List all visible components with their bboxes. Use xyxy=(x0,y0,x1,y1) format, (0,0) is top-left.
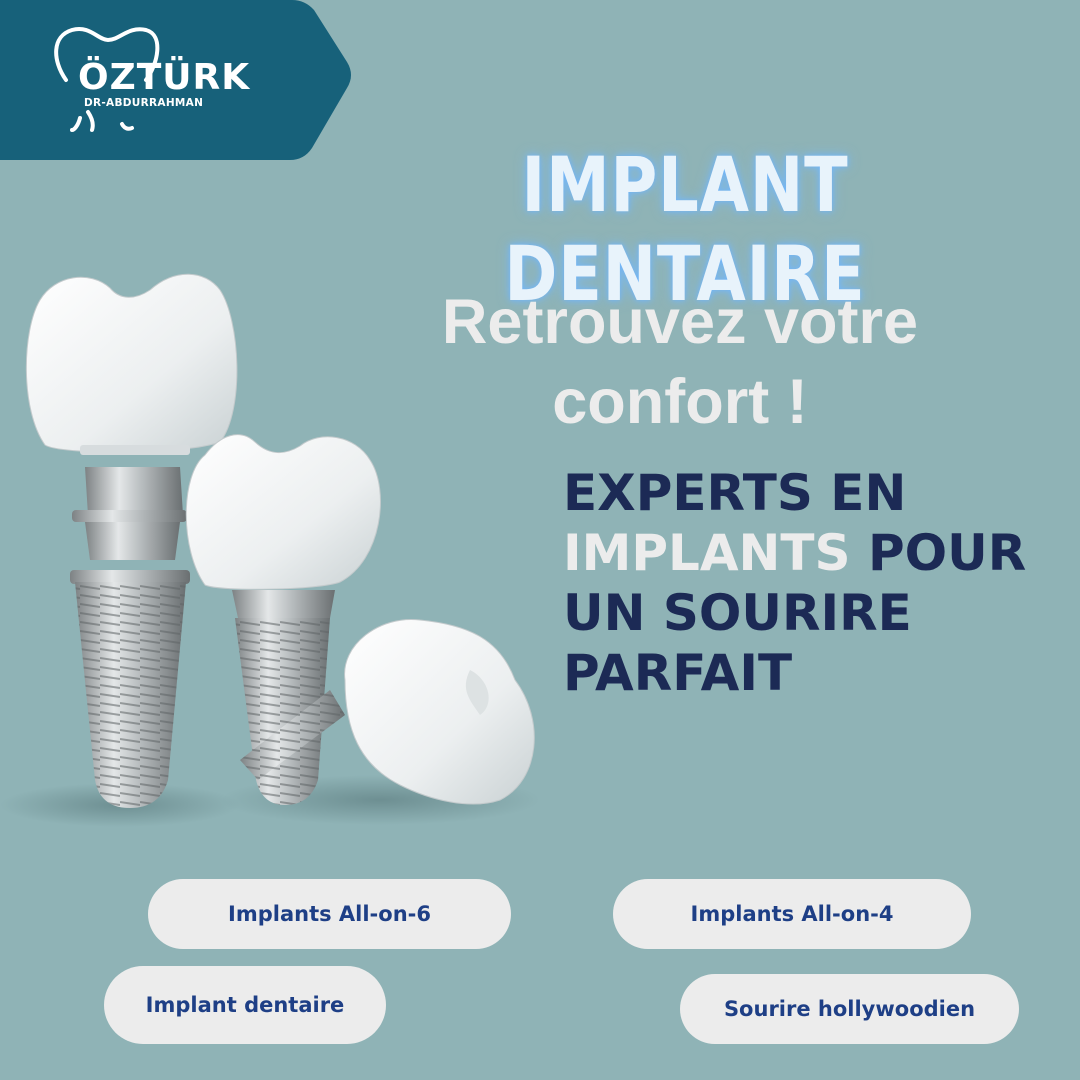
service-pill-all-on-6[interactable]: Implants All-on-6 xyxy=(148,879,511,949)
experts-statement: EXPERTS EN IMPLANTS POUR UN SOURIRE PARF… xyxy=(563,463,1063,703)
experts-part1: EXPERTS EN xyxy=(563,464,907,522)
service-pill-implant-dentaire[interactable]: Implant dentaire xyxy=(104,966,386,1044)
dental-implant-illustration xyxy=(0,273,540,827)
brand-name: ÖZTÜRK xyxy=(78,57,251,98)
experts-highlight: IMPLANTS xyxy=(563,524,851,582)
service-pill-all-on-4[interactable]: Implants All-on-4 xyxy=(613,879,971,949)
logo-banner: ÖZTÜRK DR-ABDURRAHMAN xyxy=(0,0,355,160)
brand-subtitle: DR-ABDURRAHMAN xyxy=(84,97,204,109)
service-pill-sourire-hollywoodien[interactable]: Sourire hollywoodien xyxy=(680,974,1019,1044)
